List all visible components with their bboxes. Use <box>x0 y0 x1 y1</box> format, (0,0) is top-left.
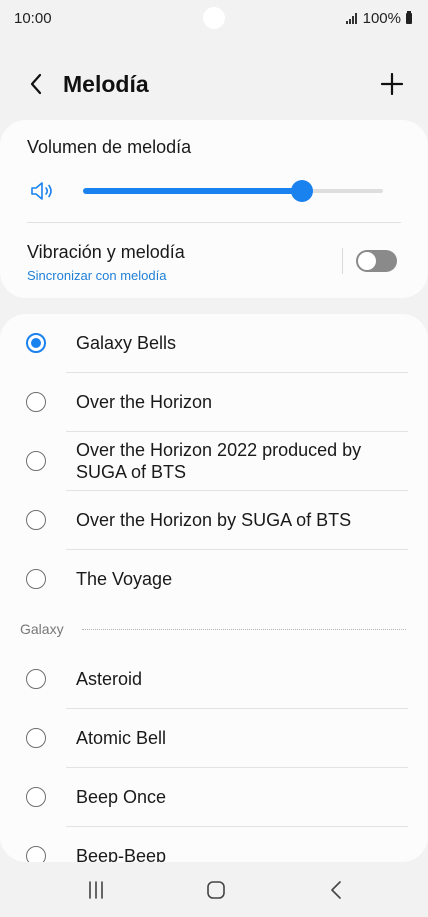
ringtone-label: The Voyage <box>76 569 173 589</box>
slider-thumb[interactable] <box>291 180 313 202</box>
toggle-separator <box>342 248 343 274</box>
plus-icon <box>381 73 403 95</box>
divider <box>27 222 401 223</box>
ringtone-label: Beep-Beep <box>76 846 167 862</box>
vibration-sublabel: Sincronizar con melodía <box>27 268 167 283</box>
slider-fill <box>83 188 302 194</box>
nav-back-icon <box>331 881 341 899</box>
volume-slider[interactable] <box>83 180 383 202</box>
ringtone-label: Asteroid <box>76 669 143 689</box>
section-header-galaxy: Galaxy <box>0 614 428 644</box>
status-indicators: 100% <box>345 10 412 27</box>
radio-button[interactable] <box>26 846 46 862</box>
signal-icon <box>345 13 357 24</box>
radio-button[interactable] <box>26 669 46 689</box>
section-divider <box>82 629 406 630</box>
ringtone-item[interactable]: Galaxy Bells <box>0 314 428 373</box>
camera-cutout <box>203 7 225 29</box>
ringtone-item[interactable]: Over the Horizon by SUGA of BTS <box>0 491 428 550</box>
add-ringtone-button[interactable] <box>378 70 406 98</box>
page-title: Melodía <box>63 71 149 97</box>
ringtone-settings-card: Volumen de melodía Vibración y melodía S… <box>0 120 428 298</box>
radio-button[interactable] <box>26 728 46 748</box>
status-bar: 10:00 100% <box>0 0 428 38</box>
ringtone-item[interactable]: Beep Once <box>0 768 428 827</box>
recents-button[interactable] <box>76 874 116 906</box>
ringtone-item[interactable]: Asteroid <box>0 650 428 709</box>
ringtone-label: Over the Horizon by SUGA of BTS <box>76 510 352 530</box>
ringtone-label: Galaxy Bells <box>76 333 177 353</box>
ringtone-label: Over the Horizon 2022 produced by SUGA o… <box>76 440 362 482</box>
section-label: Galaxy <box>20 621 64 637</box>
nav-back-button[interactable] <box>316 874 356 906</box>
recents-icon <box>89 881 103 899</box>
radio-button[interactable] <box>26 451 46 471</box>
ringtone-list: Galaxy Bells Over the Horizon Over the Hor… <box>0 314 428 862</box>
ringtone-item[interactable]: Atomic Bell <box>0 709 428 768</box>
radio-button[interactable] <box>26 333 46 353</box>
battery-percent: 100% <box>362 10 401 27</box>
speaker-icon <box>31 182 52 200</box>
ringtone-label: Atomic Bell <box>76 728 167 748</box>
radio-button[interactable] <box>26 392 46 412</box>
home-icon <box>207 881 225 899</box>
ringtone-item[interactable]: Over the Horizon 2022 produced by SUGA o… <box>0 432 428 491</box>
ringtone-item[interactable]: Beep-Beep <box>0 827 428 862</box>
navigation-bar <box>0 862 428 917</box>
home-button[interactable] <box>196 874 236 906</box>
vibration-toggle[interactable] <box>356 250 397 272</box>
app-header: Melodía <box>0 62 428 106</box>
ringtone-item[interactable]: Over the Horizon <box>0 373 428 432</box>
battery-icon <box>406 11 412 24</box>
vibration-row[interactable]: Vibración y melodía Sincronizar con melo… <box>0 230 428 290</box>
ringtone-label: Beep Once <box>76 787 167 807</box>
radio-button[interactable] <box>26 510 46 530</box>
volume-label: Volumen de melodía <box>27 137 192 157</box>
chevron-left-icon <box>30 73 42 95</box>
ringtone-label: Over the Horizon <box>76 392 213 412</box>
toggle-knob <box>357 251 377 271</box>
ringtone-item[interactable]: The Voyage <box>0 550 428 609</box>
status-time: 10:00 <box>14 10 52 27</box>
radio-button[interactable] <box>26 787 46 807</box>
back-button[interactable] <box>22 70 50 98</box>
vibration-label: Vibración y melodía <box>27 242 185 262</box>
radio-button[interactable] <box>26 569 46 589</box>
